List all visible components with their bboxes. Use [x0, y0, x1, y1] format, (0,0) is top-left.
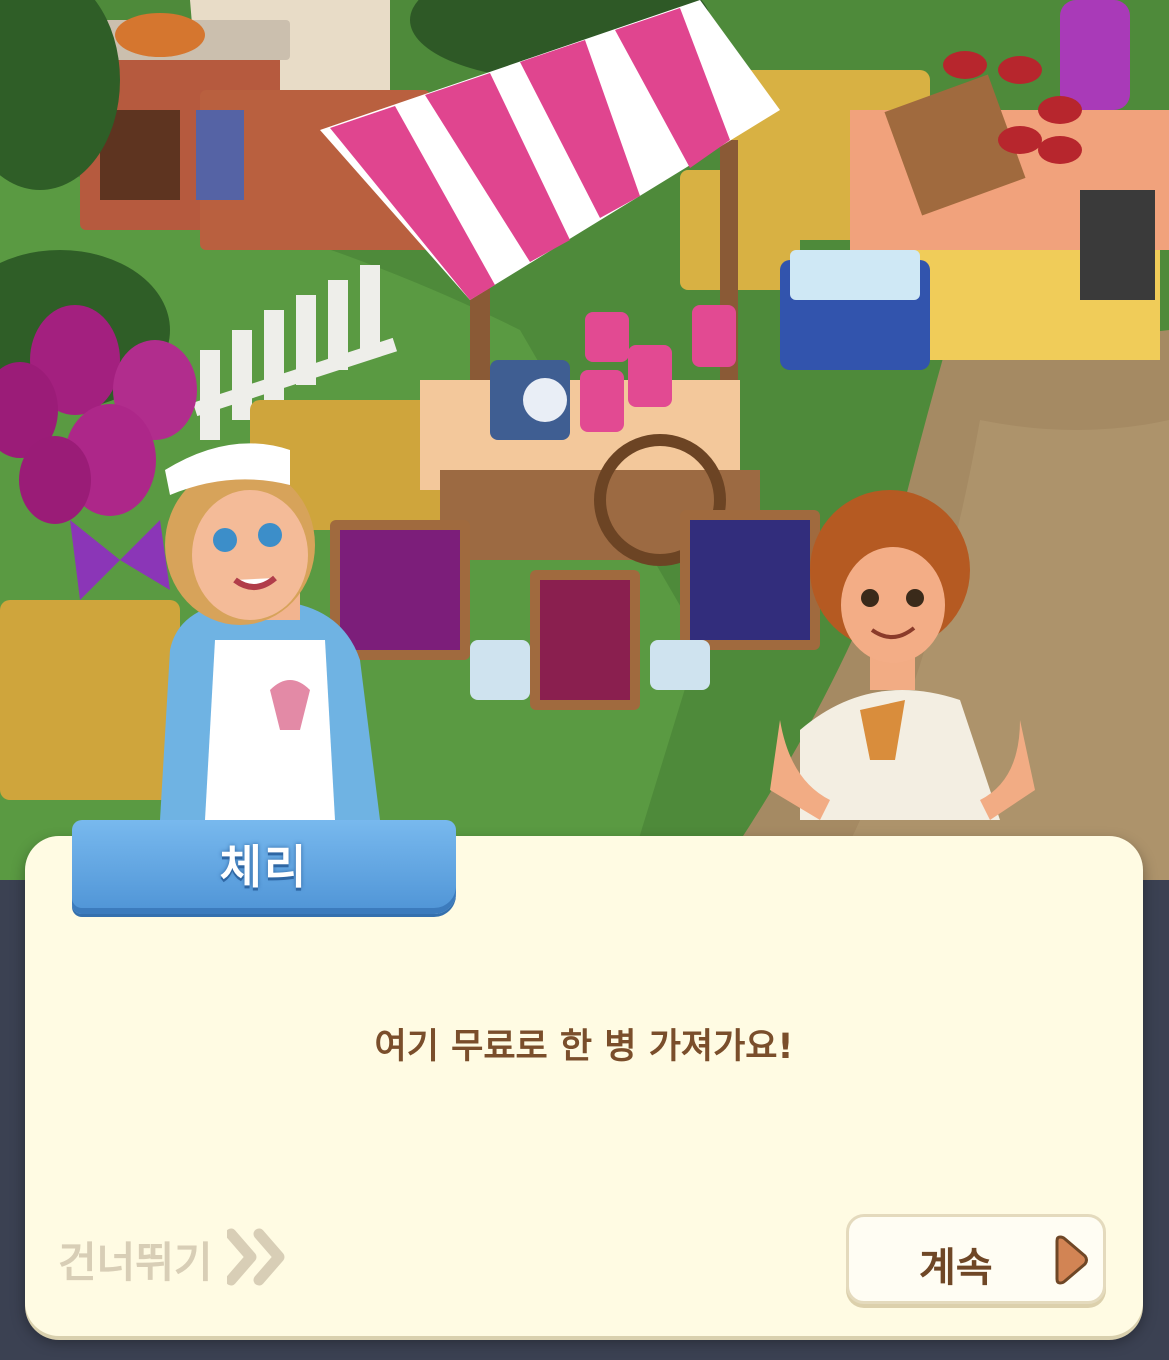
dialogue-text: 여기 무료로 한 병 가져가요!	[374, 1027, 794, 1067]
play-triangle-icon	[1055, 1233, 1089, 1291]
continue-button[interactable]: 계속	[846, 1214, 1106, 1304]
continue-label: 계속	[919, 1245, 993, 1291]
double-chevron-right-icon	[225, 1228, 289, 1290]
skip-label: 건너뛰기	[58, 1237, 213, 1287]
skip-button[interactable]: 건너뛰기	[58, 1224, 289, 1294]
speaker-name: 체리	[219, 840, 309, 894]
speaker-name-tab: 체리	[72, 820, 456, 914]
